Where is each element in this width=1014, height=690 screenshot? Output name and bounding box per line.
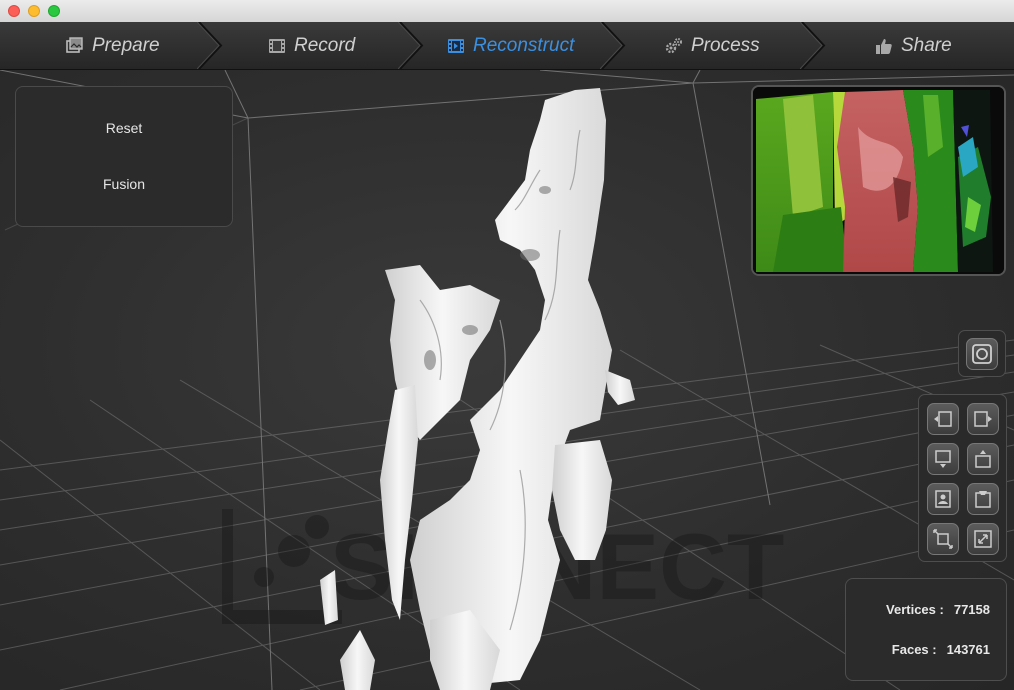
film-icon [448,38,464,53]
view-right-icon [974,411,992,427]
snapshot-panel [958,330,1006,377]
vertices-stat: Vertices : 77158 [886,602,990,617]
step-separator [600,22,626,69]
step-separator [398,22,424,69]
depth-preview [751,85,1006,276]
camera-icon [972,344,992,364]
view-controls-panel [918,394,1007,562]
tab-process[interactable]: Process [665,22,760,69]
tab-reconstruct-label: Reconstruct [473,34,575,56]
tab-record-label: Record [294,34,356,56]
thumbs-up-icon [876,38,892,54]
faces-stat: Faces : 143761 [892,642,990,657]
tab-reconstruct[interactable]: Reconstruct [447,22,574,69]
mesh-stats-panel: Vertices : 77158 Faces : 143761 [845,578,1007,681]
tab-prepare[interactable]: Prepare [66,22,160,69]
step-separator [800,22,826,69]
view-back-button[interactable] [967,483,999,515]
tab-share[interactable]: Share [875,22,952,69]
film-icon [269,38,285,53]
view-left-icon [934,411,952,427]
fusion-button[interactable]: Fusion [16,176,232,192]
view-top-button[interactable] [967,443,999,475]
snapshot-button[interactable] [966,338,998,370]
tab-prepare-label: Prepare [92,34,160,56]
fit-view-icon [933,529,953,549]
view-bottom-icon [935,450,951,468]
reconstruct-panel: Reset Fusion [15,86,233,227]
view-back-icon [975,491,991,508]
view-top-icon [975,450,991,468]
maximize-window-button[interactable] [48,5,60,17]
view-right-button[interactable] [967,403,999,435]
vertices-value: 77158 [953,602,990,617]
close-window-button[interactable] [8,5,20,17]
depth-map-image [753,87,1004,274]
fit-view-button[interactable] [927,523,959,555]
vertices-label: Vertices : [886,602,944,617]
tab-share-label: Share [901,34,952,56]
minimize-window-button[interactable] [28,5,40,17]
reconstructed-mesh [320,88,635,690]
reset-button[interactable]: Reset [16,120,232,136]
view-front-icon [935,490,951,508]
photos-icon [66,36,83,53]
view-bottom-button[interactable] [927,443,959,475]
wizard-navigation: Prepare Record Reconstruct Process Share [0,22,1014,70]
view-left-button[interactable] [927,403,959,435]
faces-label: Faces : [891,642,937,657]
window-titlebar [0,0,1014,23]
gears-icon [665,37,682,53]
step-separator [197,22,223,69]
faces-value: 143761 [946,642,990,657]
fullscreen-icon [974,530,992,548]
view-front-button[interactable] [927,483,959,515]
tab-record[interactable]: Record [268,22,355,69]
tab-process-label: Process [691,34,760,56]
fullscreen-button[interactable] [967,523,999,555]
